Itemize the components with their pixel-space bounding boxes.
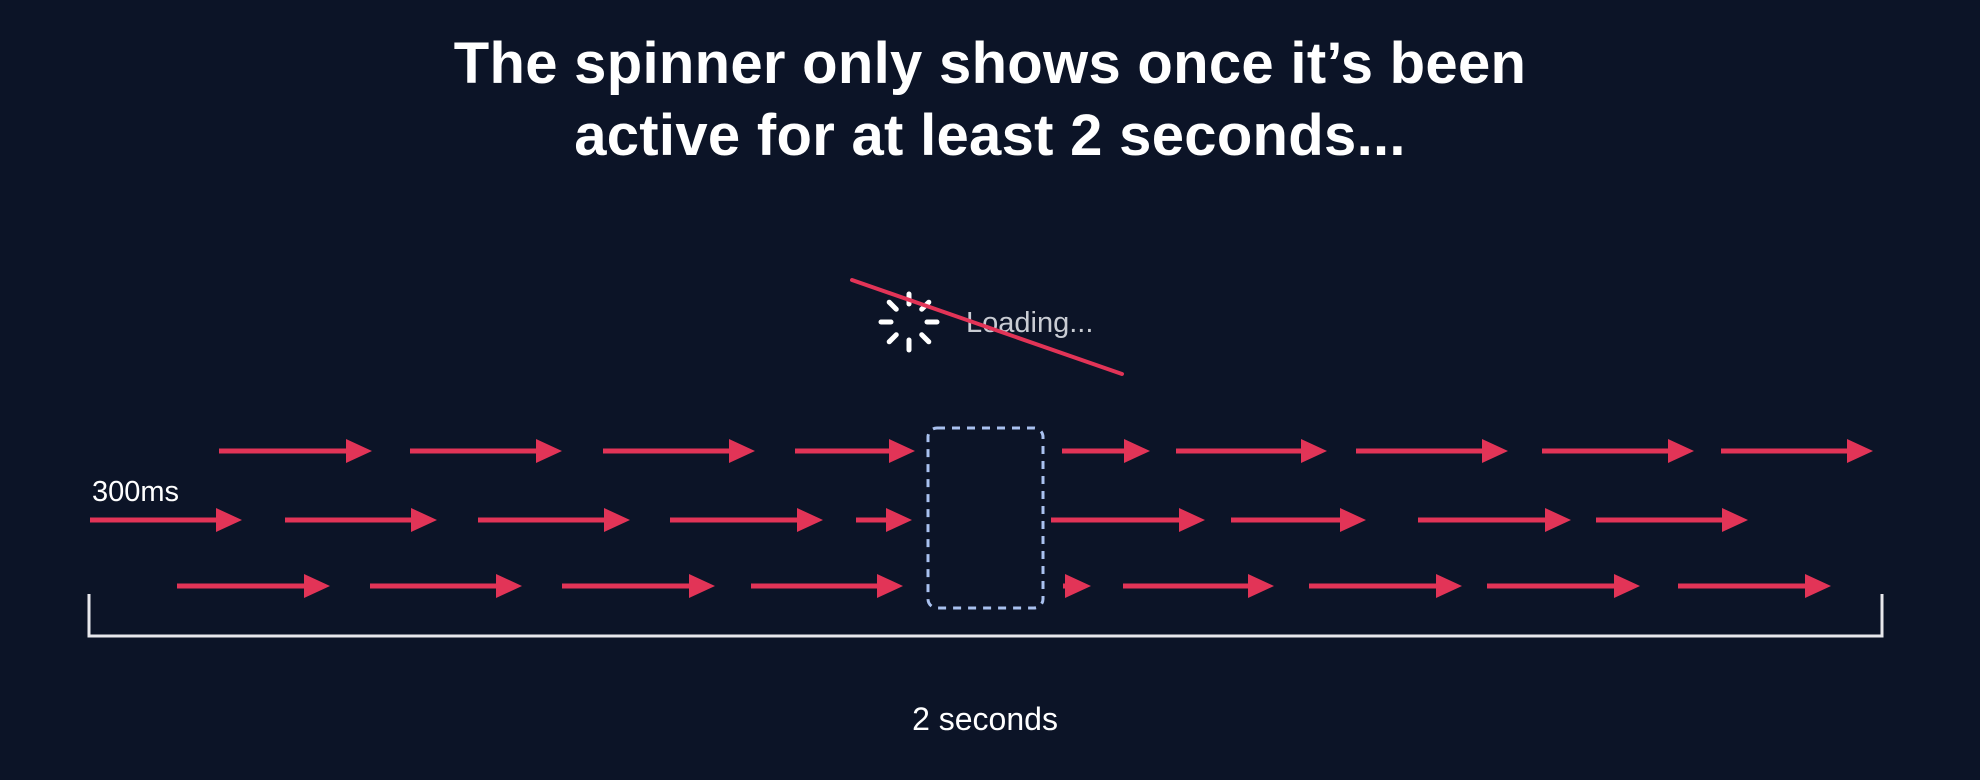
spinner-tick — [886, 299, 899, 312]
request-arrow-head — [729, 439, 755, 463]
request-arrow-head — [1722, 508, 1748, 532]
request-arrow-head — [1340, 508, 1366, 532]
request-arrow-head — [496, 574, 522, 598]
request-arrow-head — [689, 574, 715, 598]
request-arrow-head — [797, 508, 823, 532]
request-arrow-head — [1301, 439, 1327, 463]
request-arrow-head — [604, 508, 630, 532]
spinner-tick — [886, 332, 899, 345]
spinner-label: Loading... — [966, 307, 1093, 339]
request-arrow-head — [1614, 574, 1640, 598]
request-arrow-head — [346, 439, 372, 463]
request-arrow-head — [411, 508, 437, 532]
spinner-icon — [878, 291, 940, 353]
first-request-label: 300ms — [92, 476, 179, 508]
request-arrow-head — [216, 508, 242, 532]
request-arrow-head — [304, 574, 330, 598]
request-arrow-head — [1847, 439, 1873, 463]
request-arrows — [90, 439, 1873, 598]
request-arrow-head — [1124, 439, 1150, 463]
request-arrow-head — [1545, 508, 1571, 532]
spinner-tick — [919, 332, 932, 345]
request-arrow-head — [1668, 439, 1694, 463]
duration-label: 2 seconds — [912, 701, 1058, 737]
request-arrow-head — [1482, 439, 1508, 463]
request-arrow-head — [1065, 574, 1091, 598]
request-arrow-head — [886, 508, 912, 532]
request-arrow-head — [1805, 574, 1831, 598]
duration-bracket — [87, 594, 1884, 638]
request-arrow-head — [889, 439, 915, 463]
request-arrow-head — [1179, 508, 1205, 532]
request-arrow-head — [536, 439, 562, 463]
request-arrow-head — [1436, 574, 1462, 598]
request-arrow-head — [1248, 574, 1274, 598]
timeline-diagram: Loading... 300ms 2 seconds — [87, 278, 1884, 737]
request-arrow-head — [877, 574, 903, 598]
dashed-box — [926, 426, 1045, 610]
